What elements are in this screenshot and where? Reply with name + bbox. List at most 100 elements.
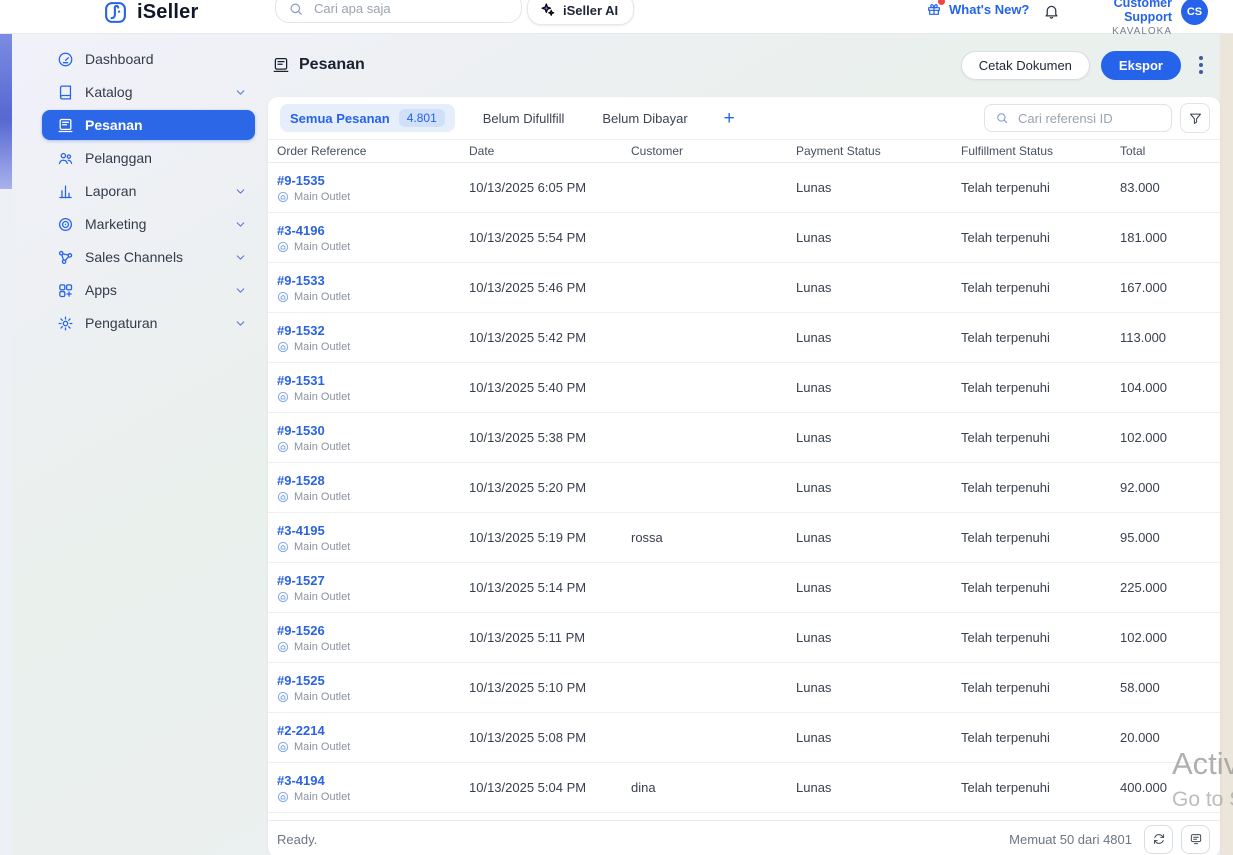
order-reference-link[interactable]: #9-1533 <box>277 273 325 288</box>
column-header-fulfillment-status[interactable]: Fulfillment Status <box>961 144 1120 158</box>
fulfillment-status: Telah terpenuhi <box>961 580 1050 595</box>
order-reference-link[interactable]: #3-4195 <box>277 523 325 538</box>
chevron-down-icon <box>234 218 247 231</box>
order-reference-link[interactable]: #9-1530 <box>277 423 325 438</box>
export-button[interactable]: Ekspor <box>1100 50 1181 80</box>
order-reference-link[interactable]: #9-1531 <box>277 373 325 388</box>
sidebar-item-laporan[interactable]: Laporan <box>42 176 255 206</box>
sidebar-item-dashboard[interactable]: Dashboard <box>42 44 255 74</box>
outlet-icon <box>277 341 289 353</box>
users-icon <box>57 150 74 167</box>
table-row[interactable]: #3-4195 Main Outlet 10/13/2025 5:19 PM r… <box>268 513 1220 563</box>
sidebar-item-label: Katalog <box>85 84 133 100</box>
sparkles-icon <box>540 2 556 18</box>
global-search[interactable] <box>275 0 522 23</box>
column-header-order-reference[interactable]: Order Reference <box>277 144 469 158</box>
brand[interactable]: iSeller <box>103 0 198 25</box>
fulfillment-status: Telah terpenuhi <box>961 630 1050 645</box>
sidebar-item-marketing[interactable]: Marketing <box>42 209 255 239</box>
order-total: 400.000 <box>1120 780 1167 795</box>
reference-search[interactable] <box>984 104 1172 132</box>
column-header-date[interactable]: Date <box>469 144 631 158</box>
add-tab-button[interactable]: + <box>718 107 741 130</box>
outlet-label: Main Outlet <box>277 191 469 203</box>
order-total: 102.000 <box>1120 430 1167 445</box>
bell-icon[interactable] <box>1043 3 1060 20</box>
order-reference-link[interactable]: #9-1528 <box>277 473 325 488</box>
payment-status: Lunas <box>796 580 832 595</box>
column-panel-button[interactable] <box>1181 824 1210 854</box>
table-row[interactable]: #9-1526 Main Outlet 10/13/2025 5:11 PM L… <box>268 613 1220 663</box>
more-options-icon[interactable] <box>1192 51 1210 79</box>
fulfillment-status: Telah terpenuhi <box>961 480 1050 495</box>
order-date: 10/13/2025 5:38 PM <box>469 430 587 445</box>
table-row[interactable]: #2-2214 Main Outlet 10/13/2025 5:08 PM L… <box>268 713 1220 763</box>
iseller-ai-button[interactable]: iSeller AI <box>527 0 635 25</box>
table-row[interactable]: #9-1528 Main Outlet 10/13/2025 5:20 PM L… <box>268 463 1220 513</box>
sidebar-item-apps[interactable]: Apps <box>42 275 255 305</box>
filter-button[interactable] <box>1180 103 1210 133</box>
order-reference-link[interactable]: #9-1527 <box>277 573 325 588</box>
print-documents-button[interactable]: Cetak Dokumen <box>960 50 1090 80</box>
order-customer: dina <box>631 780 656 795</box>
tabs-row: Semua Pesanan 4.801 Belum Difullfill Bel… <box>268 97 1220 140</box>
global-search-input[interactable] <box>312 0 496 17</box>
table-row[interactable]: #9-1533 Main Outlet 10/13/2025 5:46 PM L… <box>268 263 1220 313</box>
chevron-down-icon <box>234 251 247 264</box>
fulfillment-status: Telah terpenuhi <box>961 330 1050 345</box>
avatar[interactable]: CS <box>1181 0 1208 25</box>
order-date: 10/13/2025 5:10 PM <box>469 680 587 695</box>
grid-icon <box>57 282 74 299</box>
table-row[interactable]: #3-4196 Main Outlet 10/13/2025 5:54 PM L… <box>268 213 1220 263</box>
funnel-icon <box>1188 111 1203 126</box>
table-row[interactable]: #9-1530 Main Outlet 10/13/2025 5:38 PM L… <box>268 413 1220 463</box>
payment-status: Lunas <box>796 780 832 795</box>
column-header-payment-status[interactable]: Payment Status <box>796 144 961 158</box>
order-date: 10/13/2025 5:54 PM <box>469 230 587 245</box>
column-header-customer[interactable]: Customer <box>631 144 796 158</box>
order-date: 10/13/2025 5:19 PM <box>469 530 587 545</box>
outlet-label: Main Outlet <box>277 441 469 453</box>
order-reference-link[interactable]: #9-1532 <box>277 323 325 338</box>
tab-semua-pesanan[interactable]: Semua Pesanan 4.801 <box>280 104 455 132</box>
network-icon <box>57 249 74 266</box>
table-row[interactable]: #9-1535 Main Outlet 10/13/2025 6:05 PM L… <box>268 163 1220 213</box>
sidebar-item-label: Pelanggan <box>85 150 152 166</box>
account-menu[interactable]: Customer Support KAVALOKA <box>1074 0 1172 37</box>
reference-search-input[interactable] <box>1016 109 1160 127</box>
search-icon <box>288 1 304 17</box>
order-reference-link[interactable]: #2-2214 <box>277 723 325 738</box>
sidebar-item-label: Apps <box>85 282 117 298</box>
outlet-label: Main Outlet <box>277 391 469 403</box>
order-date: 10/13/2025 5:42 PM <box>469 330 587 345</box>
sidebar-item-pesanan[interactable]: Pesanan <box>42 110 255 140</box>
whats-new-button[interactable]: What's New? <box>926 0 1029 17</box>
table-row[interactable]: #3-4194 Main Outlet 10/13/2025 5:04 PM d… <box>268 763 1220 813</box>
tab-belum-difullfill[interactable]: Belum Difullfill <box>473 104 575 132</box>
order-date: 10/13/2025 5:40 PM <box>469 380 587 395</box>
book-icon <box>57 84 74 101</box>
sidebar-item-pengaturan[interactable]: Pengaturan <box>42 308 255 338</box>
load-info: Memuat 50 dari 4801 <box>1009 831 1132 847</box>
chevron-down-icon <box>234 86 247 99</box>
order-total: 225.000 <box>1120 580 1167 595</box>
column-header-total[interactable]: Total <box>1120 144 1208 158</box>
table-row[interactable]: #9-1527 Main Outlet 10/13/2025 5:14 PM L… <box>268 563 1220 613</box>
outlet-label: Main Outlet <box>277 591 469 603</box>
order-date: 10/13/2025 5:11 PM <box>469 630 586 645</box>
refresh-button[interactable] <box>1144 824 1173 854</box>
order-reference-link[interactable]: #3-4194 <box>277 773 325 788</box>
outlet-icon <box>277 291 289 303</box>
sidebar-item-sales-channels[interactable]: Sales Channels <box>42 242 255 272</box>
order-reference-link[interactable]: #9-1526 <box>277 623 325 638</box>
sidebar-item-katalog[interactable]: Katalog <box>42 77 255 107</box>
table-row[interactable]: #9-1525 Main Outlet 10/13/2025 5:10 PM L… <box>268 663 1220 713</box>
order-reference-link[interactable]: #9-1535 <box>277 173 325 188</box>
order-reference-link[interactable]: #9-1525 <box>277 673 325 688</box>
table-row[interactable]: #9-1531 Main Outlet 10/13/2025 5:40 PM L… <box>268 363 1220 413</box>
sidebar-item-label: Pengaturan <box>85 315 158 331</box>
sidebar-item-pelanggan[interactable]: Pelanggan <box>42 143 255 173</box>
table-row[interactable]: #9-1532 Main Outlet 10/13/2025 5:42 PM L… <box>268 313 1220 363</box>
tab-belum-dibayar[interactable]: Belum Dibayar <box>592 104 697 132</box>
order-reference-link[interactable]: #3-4196 <box>277 223 325 238</box>
